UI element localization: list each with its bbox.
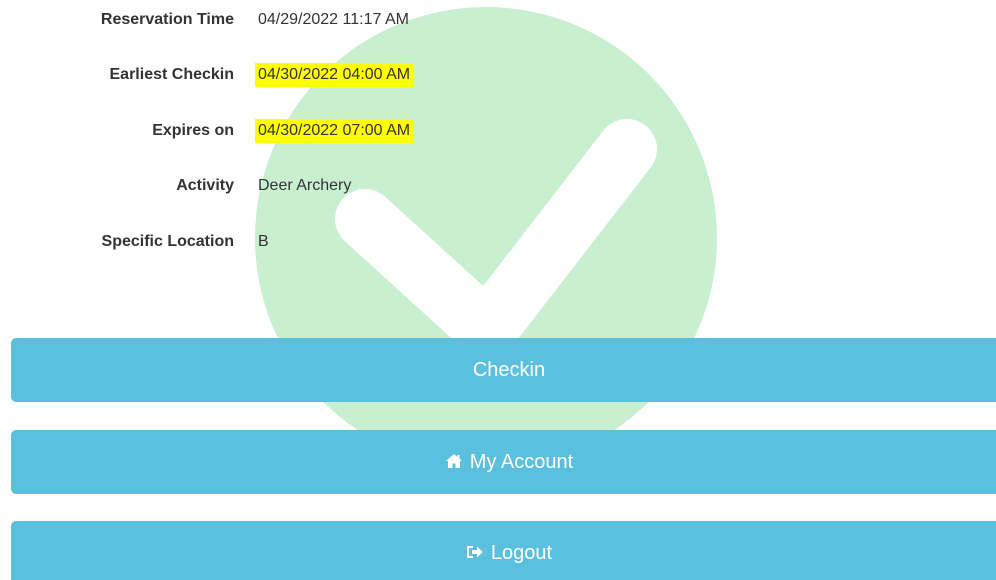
detail-row-earliest-checkin: Earliest Checkin 04/30/2022 04:00 AM <box>0 63 996 87</box>
detail-row-specific-location: Specific Location B <box>0 230 996 254</box>
reservation-page: Reservation Time 04/29/2022 11:17 AM Ear… <box>0 0 996 580</box>
detail-row-expires-on: Expires on 04/30/2022 07:00 AM <box>0 119 996 143</box>
detail-value: Deer Archery <box>258 177 352 194</box>
my-account-button-label: My Account <box>469 451 574 473</box>
checkin-button[interactable]: Checkin <box>11 338 996 402</box>
detail-label: Expires on <box>152 122 234 139</box>
detail-value-highlighted: 04/30/2022 07:00 AM <box>255 119 414 143</box>
detail-row-activity: Activity Deer Archery <box>0 174 996 198</box>
detail-value-highlighted: 04/30/2022 04:00 AM <box>255 63 414 87</box>
detail-label: Earliest Checkin <box>109 66 235 83</box>
detail-value: 04/29/2022 11:17 AM <box>258 11 409 28</box>
sign-out-icon <box>466 545 483 558</box>
detail-label: Reservation Time <box>100 11 234 28</box>
detail-row-reservation-time: Reservation Time 04/29/2022 11:17 AM <box>0 8 996 32</box>
checkin-button-label: Checkin <box>472 359 546 381</box>
detail-label: Specific Location <box>101 233 234 250</box>
my-account-button[interactable]: My Account <box>11 430 996 494</box>
logout-button-label: Logout <box>490 542 553 564</box>
logout-button[interactable]: Logout <box>11 521 996 580</box>
detail-value: B <box>258 233 269 250</box>
detail-label: Activity <box>176 177 234 194</box>
home-icon <box>445 453 462 468</box>
